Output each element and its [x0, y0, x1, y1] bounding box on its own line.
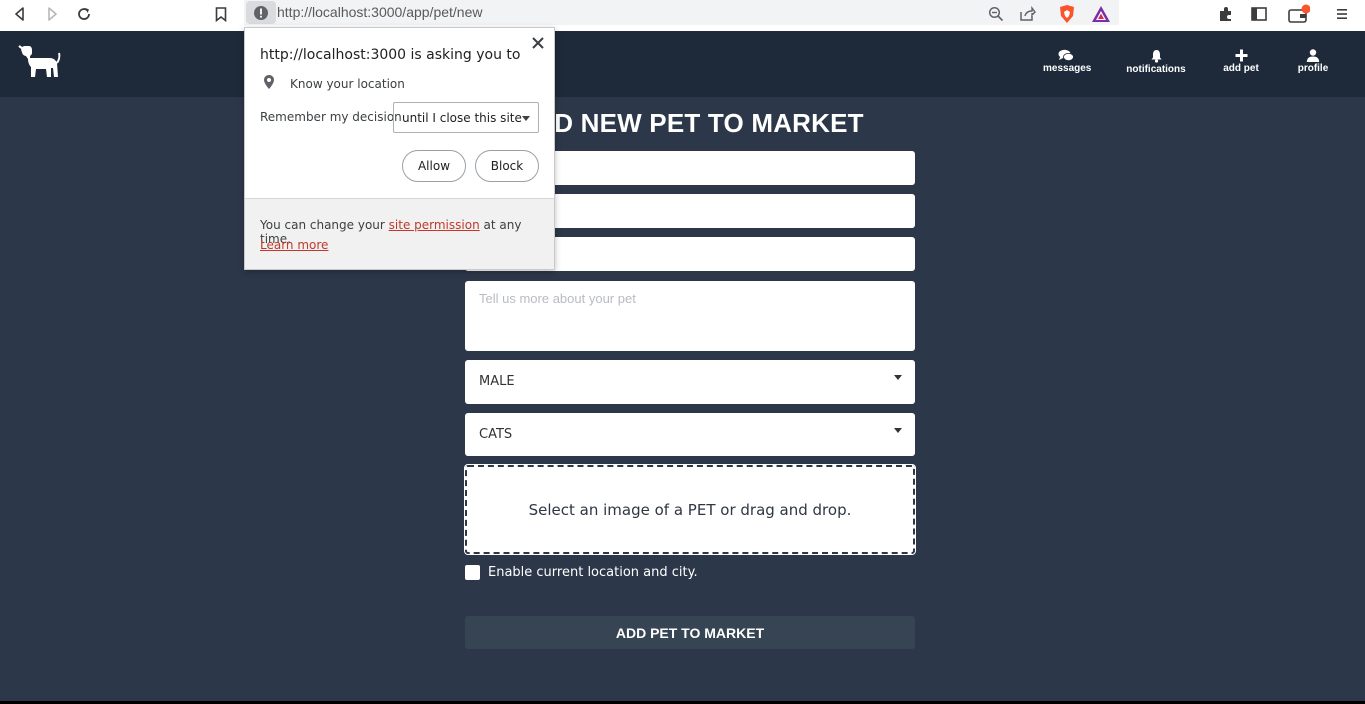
- description-placeholder: Tell us more about your pet: [479, 291, 636, 306]
- nav-notifications[interactable]: notifications: [1126, 49, 1186, 75]
- dropdown-arrow-icon: [522, 116, 530, 121]
- reload-icon[interactable]: [73, 3, 95, 25]
- caret-down-icon: [894, 428, 902, 433]
- popup-title: http://localhost:3000 is asking you to: [260, 47, 521, 63]
- forward-icon[interactable]: [41, 3, 63, 25]
- wallet-icon[interactable]: [1288, 3, 1310, 25]
- gender-value: MALE: [479, 374, 515, 389]
- nav-add-pet[interactable]: add pet: [1220, 49, 1262, 74]
- nav-label: notifications: [1126, 64, 1186, 75]
- nav-profile[interactable]: profile: [1294, 49, 1332, 74]
- site-info-warning-icon[interactable]: [246, 1, 276, 24]
- close-icon[interactable]: [531, 35, 545, 49]
- location-checkbox[interactable]: [465, 565, 480, 580]
- url-text[interactable]: http://localhost:3000/app/pet/new: [277, 4, 482, 20]
- site-permission-link[interactable]: site permission: [389, 218, 480, 232]
- description-textarea[interactable]: Tell us more about your pet: [465, 281, 915, 351]
- learn-more-link[interactable]: Learn more: [260, 238, 328, 252]
- bookmark-icon[interactable]: [210, 3, 232, 25]
- image-dropzone[interactable]: Select an image of a PET or drag and dro…: [464, 464, 916, 555]
- bell-icon: [1151, 50, 1161, 63]
- extensions-icon[interactable]: [1215, 3, 1237, 25]
- remember-decision-select[interactable]: until I close this site: [393, 102, 539, 133]
- brave-rewards-icon[interactable]: [1090, 3, 1112, 25]
- popup-footer: You can change your site permission at a…: [245, 198, 554, 269]
- gender-select[interactable]: MALE: [465, 360, 915, 404]
- remember-label: Remember my decision: [260, 110, 402, 124]
- dropzone-text: Select an image of a PET or drag and dro…: [528, 500, 852, 519]
- add-pet-button[interactable]: ADD PET TO MARKET: [465, 616, 915, 649]
- plus-icon: [1235, 49, 1247, 62]
- remember-value: until I close this site: [402, 111, 522, 125]
- share-icon[interactable]: [1016, 3, 1038, 25]
- category-select[interactable]: CATS: [465, 413, 915, 456]
- menu-icon[interactable]: [1331, 3, 1353, 25]
- nav-label: add pet: [1223, 63, 1259, 74]
- location-checkbox-label[interactable]: Enable current location and city.: [488, 565, 698, 580]
- location-pin-icon: [263, 74, 275, 94]
- user-icon: [1306, 49, 1320, 62]
- nav-label: messages: [1043, 63, 1092, 74]
- caret-down-icon: [894, 375, 902, 380]
- app-header: messages notifications add pet profile: [0, 31, 1365, 97]
- permission-text: Know your location: [290, 77, 405, 91]
- block-button[interactable]: Block: [475, 150, 539, 182]
- browser-toolbar: http://localhost:3000/app/pet/new: [0, 0, 1365, 31]
- category-value: CATS: [479, 427, 513, 442]
- brave-shield-icon[interactable]: [1056, 3, 1078, 25]
- sidebar-icon[interactable]: [1248, 3, 1270, 25]
- dog-logo-icon[interactable]: [16, 43, 62, 83]
- footer-prefix: You can change your: [260, 218, 389, 232]
- comments-icon: [1058, 49, 1074, 61]
- location-permission-popup: http://localhost:3000 is asking you to K…: [244, 27, 555, 270]
- back-icon[interactable]: [9, 3, 31, 25]
- nav-label: profile: [1297, 63, 1329, 74]
- nav-messages[interactable]: messages: [1043, 49, 1092, 74]
- app-page: messages notifications add pet profile A…: [0, 31, 1365, 701]
- allow-button[interactable]: Allow: [402, 150, 466, 182]
- zoom-icon[interactable]: [985, 3, 1007, 25]
